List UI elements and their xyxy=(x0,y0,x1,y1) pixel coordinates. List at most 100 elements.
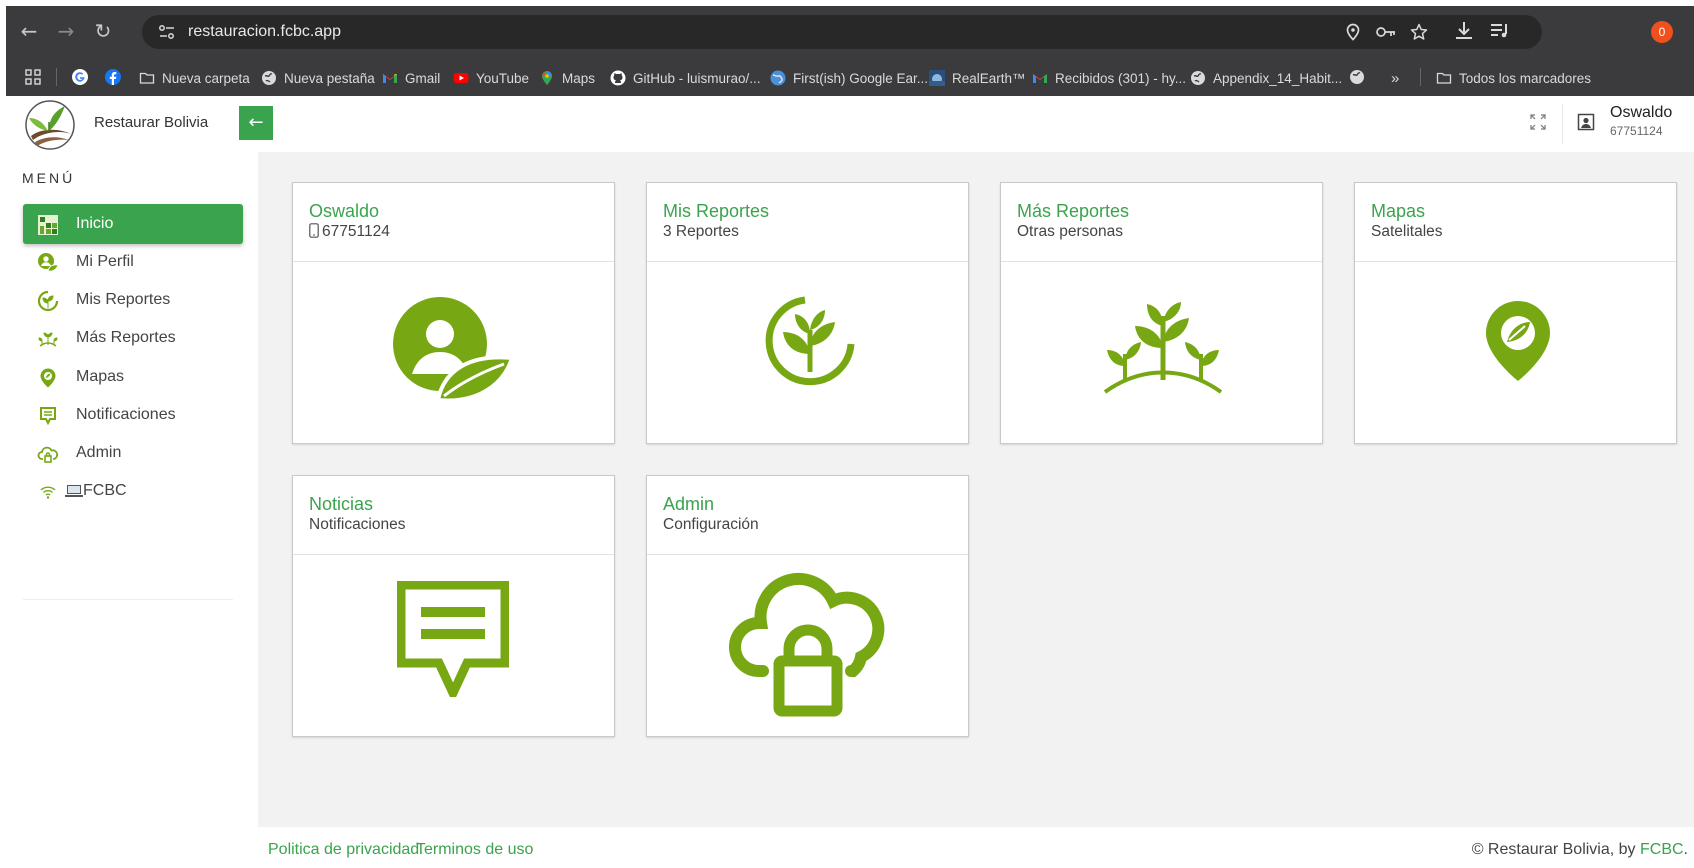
folder-icon xyxy=(1436,72,1452,84)
card-noticias[interactable]: Noticias Notificaciones xyxy=(292,475,615,737)
password-key-icon[interactable] xyxy=(1375,23,1397,41)
plant-circle-icon xyxy=(765,296,855,386)
bookmark-item[interactable]: Nueva pestaña xyxy=(261,68,375,88)
sidebar-item-mapas[interactable]: Mapas xyxy=(23,357,243,397)
profile-avatar[interactable]: 0 xyxy=(1651,21,1673,43)
bookmark-label: Recibidos (301) - hy... xyxy=(1055,70,1187,86)
card-admin[interactable]: Admin Configuración xyxy=(646,475,969,737)
bookmark-label: Nueva carpeta xyxy=(162,70,250,86)
google-icon[interactable] xyxy=(72,69,88,85)
sidebar-item-admin[interactable]: Admin xyxy=(23,433,243,473)
user-avatar-icon[interactable] xyxy=(1577,113,1595,131)
bookmark-item[interactable]: GitHub - luismurao/... xyxy=(610,68,761,88)
earth-icon xyxy=(770,70,786,86)
user-name[interactable]: Oswaldo xyxy=(1610,104,1672,122)
fcbc-link[interactable]: FCBC xyxy=(1640,841,1684,858)
copyright-suffix: . xyxy=(1683,841,1688,858)
brand-name[interactable]: Restaurar Bolivia xyxy=(94,114,208,131)
sidebar-item-fcbc[interactable]: FCBC xyxy=(23,471,243,511)
bookmark-item[interactable]: Appendix_14_Habit... xyxy=(1190,68,1342,88)
all-bookmarks-folder[interactable]: Todos los marcadores xyxy=(1436,68,1591,88)
header-divider xyxy=(1562,104,1563,144)
location-icon[interactable] xyxy=(1344,23,1362,41)
plant-circle-icon xyxy=(37,290,59,312)
privacy-link[interactable]: Politica de privacidad xyxy=(268,841,419,859)
site-settings-icon[interactable] xyxy=(158,23,176,41)
card-title: Más Reportes xyxy=(1017,201,1130,221)
folder-icon xyxy=(139,72,155,84)
back-icon[interactable]: ← xyxy=(16,18,42,44)
sidebar-item-label: Mapas xyxy=(76,368,125,385)
sidebar-divider xyxy=(23,599,233,600)
realearth-icon xyxy=(929,70,945,86)
browser-toolbar: ← → ↻ restauracion.fcbc.app 0 xyxy=(6,6,1694,58)
bookmark-label: Todos los marcadores xyxy=(1459,70,1592,86)
card-profile[interactable]: Oswaldo 67751124 xyxy=(292,182,615,444)
sidebar-item-label: Admin xyxy=(76,444,122,461)
cloud-lock-icon xyxy=(37,446,59,463)
card-subtitle: 3 Reportes xyxy=(663,223,739,240)
sidebar-item-mi-perfil[interactable]: Mi Perfil xyxy=(23,242,243,282)
address-url[interactable]: restauracion.fcbc.app xyxy=(188,23,341,41)
globe-icon xyxy=(262,71,276,85)
sidebar: MENÚ Inicio Mi Perfil Mis Reportes Más R… xyxy=(6,152,258,868)
card-title: Mapas xyxy=(1371,201,1426,221)
copyright-prefix: © Restaurar Bolivia, by xyxy=(1471,841,1640,858)
sidebar-item-mas-reportes[interactable]: Más Reportes xyxy=(23,318,243,358)
map-pin-leaf-icon xyxy=(40,368,56,388)
bookmark-item[interactable]: Nueva carpeta xyxy=(139,68,250,88)
map-pin-leaf-icon xyxy=(1486,301,1550,381)
overflow-label: » xyxy=(1391,69,1400,87)
bookmark-item[interactable]: RealEarth™ xyxy=(929,68,1026,88)
bookmark-label: Maps xyxy=(562,70,596,86)
card-subtitle: Configuración xyxy=(663,516,759,533)
gmail-icon xyxy=(1033,74,1047,83)
card-body xyxy=(647,262,968,444)
download-icon[interactable] xyxy=(1451,18,1477,44)
bookmark-label: First(ish) Google Ear... xyxy=(793,70,929,86)
fullscreen-icon[interactable] xyxy=(1528,112,1548,132)
plants-icon xyxy=(38,332,58,347)
facebook-icon[interactable] xyxy=(105,69,121,85)
sidebar-item-notificaciones[interactable]: Notificaciones xyxy=(23,395,243,435)
bookmark-separator xyxy=(1420,68,1421,86)
card-mis-reportes[interactable]: Mis Reportes 3 Reportes xyxy=(646,182,969,444)
bookmark-item[interactable]: Maps xyxy=(539,68,595,88)
bookmark-label: RealEarth™ xyxy=(952,70,1026,86)
card-subtitle: 67751124 xyxy=(309,222,614,242)
github-icon xyxy=(610,70,626,86)
card-title: Oswaldo xyxy=(309,201,380,221)
card-mas-reportes[interactable]: Más Reportes Otras personas xyxy=(1000,182,1323,444)
card-header: Noticias Notificaciones xyxy=(293,476,614,555)
sidebar-item-mis-reportes[interactable]: Mis Reportes xyxy=(23,280,243,320)
address-bar[interactable]: restauracion.fcbc.app xyxy=(142,15,1542,49)
card-header: Admin Configuración xyxy=(647,476,968,555)
apps-grid-icon[interactable] xyxy=(25,69,41,85)
bookmark-item[interactable]: Recibidos (301) - hy... xyxy=(1032,68,1186,88)
forward-icon[interactable]: → xyxy=(53,18,79,44)
arrow-left-icon: ← xyxy=(248,112,264,133)
terms-link[interactable]: Terminos de uso xyxy=(416,841,533,859)
card-mapas[interactable]: Mapas Satelitales xyxy=(1354,182,1677,444)
card-body xyxy=(293,555,614,737)
bookmark-label: Nueva pestaña xyxy=(284,70,375,86)
app-root: Restaurar Bolivia ← Oswaldo 67751124 MEN… xyxy=(6,96,1694,868)
card-header: Más Reportes Otras personas xyxy=(1001,183,1322,262)
card-title: Admin xyxy=(663,494,715,514)
bookmark-item[interactable]: Gmail xyxy=(382,68,440,88)
bookmark-label: Appendix_14_Habit... xyxy=(1213,70,1343,86)
sidebar-collapse-button[interactable]: ← xyxy=(239,106,273,140)
bookmark-item[interactable]: YouTube xyxy=(453,68,529,88)
globe-icon[interactable] xyxy=(1349,69,1365,85)
bookmark-item[interactable]: First(ish) Google Ear... xyxy=(770,68,928,88)
bookmark-star-icon[interactable] xyxy=(1410,23,1428,41)
gmail-icon xyxy=(383,74,397,83)
bookmarks-overflow-button[interactable]: » xyxy=(1391,68,1399,88)
media-controls-icon[interactable] xyxy=(1487,18,1513,44)
card-subtitle-text: 67751124 xyxy=(322,223,390,240)
reload-icon[interactable]: ↻ xyxy=(90,18,116,44)
card-body xyxy=(1355,262,1676,444)
sidebar-item-inicio[interactable]: Inicio xyxy=(23,204,243,244)
restaurar-bolivia-logo[interactable] xyxy=(21,98,79,152)
bookmarks-bar: Nueva carpeta Nueva pestaña Gmail YouTub… xyxy=(6,58,1694,96)
